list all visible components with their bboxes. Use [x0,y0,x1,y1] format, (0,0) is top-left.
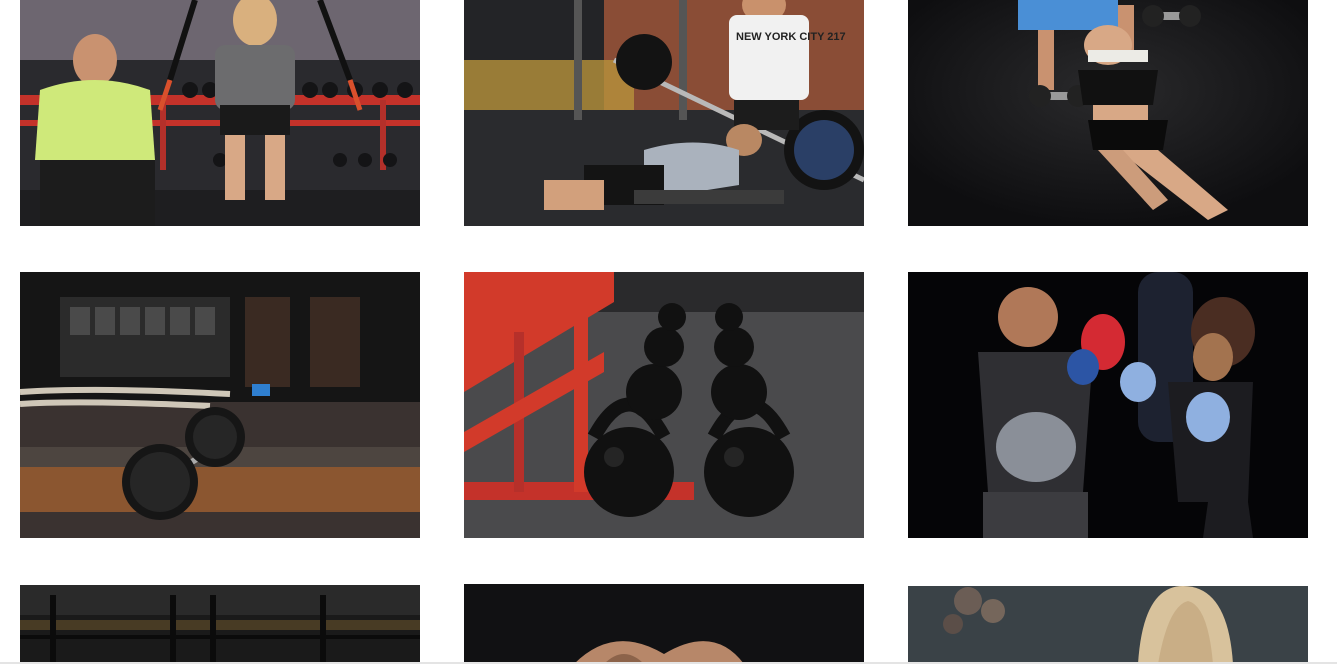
photo-dumbbell-press[interactable] [908,0,1308,226]
photo-dark-rack[interactable] [20,585,420,664]
photo-bench-press[interactable]: NEW YORK CITY 217 [464,0,864,226]
photo-gallery: NEW YORK CITY 217 [0,0,1337,664]
shirt-text: NEW YORK CITY 217 [736,31,846,43]
photo-trx-training[interactable] [20,0,420,226]
photo-blonde-athlete[interactable] [908,586,1308,664]
photo-barbell-ropes[interactable] [20,272,420,538]
photo-dark-athlete[interactable] [464,584,864,664]
photo-boxing[interactable] [908,272,1308,538]
photo-kettlebells[interactable] [464,272,864,538]
